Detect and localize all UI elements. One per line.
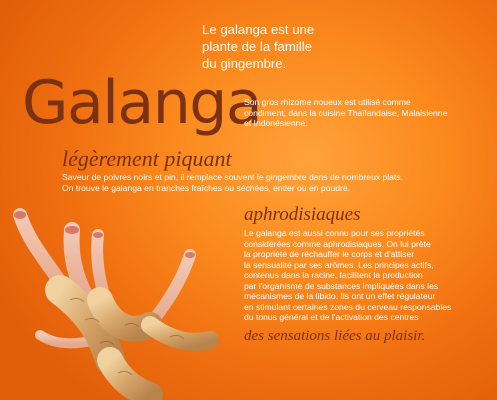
intro-text: Le galanga est une plante de la famille … <box>202 21 392 72</box>
intro-line: Le galanga est une <box>202 22 315 37</box>
closing-line: des sensations liées au plaisir. <box>244 328 426 344</box>
aphro-line: considérées comme aphrodisiaques. On lui… <box>244 238 431 249</box>
galanga-poster: Le galanga est une plante de la famille … <box>0 0 497 400</box>
rhizome-line: condiment, dans la cuisine Thaïlandaise,… <box>244 107 448 118</box>
rhizome-paragraph: Son gros rhizome noueux est utilisé comm… <box>244 97 484 129</box>
page-title: Galanga <box>22 68 263 138</box>
flavor-paragraph: Saveur de poivres noirs et pin, il rempl… <box>62 172 492 193</box>
aphro-line: en stimulant certaines zones du cerveau … <box>244 301 452 312</box>
aphro-paragraph: Le galanga est aussi connu pour ses prop… <box>244 228 492 323</box>
aphro-line: par l'organisme de substances impliquées… <box>244 280 439 291</box>
aphro-line: du tonus général et de l'activation des … <box>244 312 419 323</box>
aphro-heading: aphrodisiaques <box>244 204 361 225</box>
aphro-line: contenus dans la racine, facilitent la p… <box>244 270 423 281</box>
aphro-line: la sensualité par ses arômes. Les princi… <box>244 259 434 270</box>
galanga-root-illustration <box>13 208 219 400</box>
aphro-line: Le galanga est aussi connu pour ses prop… <box>244 228 425 238</box>
flavor-line: Saveur de poivres noirs et pin, il rempl… <box>62 172 404 182</box>
rhizome-line: Son gros rhizome noueux est utilisé comm… <box>244 97 411 107</box>
flavor-heading: légèrement piquant <box>62 146 232 171</box>
intro-line: plante de la famille <box>202 39 312 54</box>
aphro-line: la propriété de réchauffer le corps et d… <box>244 249 415 260</box>
rhizome-line: et Indonésienne. <box>244 118 308 129</box>
aphro-line: mécanismes de la libido. Ils ont un effe… <box>244 291 436 302</box>
flavor-line: On trouve le galanga en tranches fraîche… <box>62 182 351 193</box>
